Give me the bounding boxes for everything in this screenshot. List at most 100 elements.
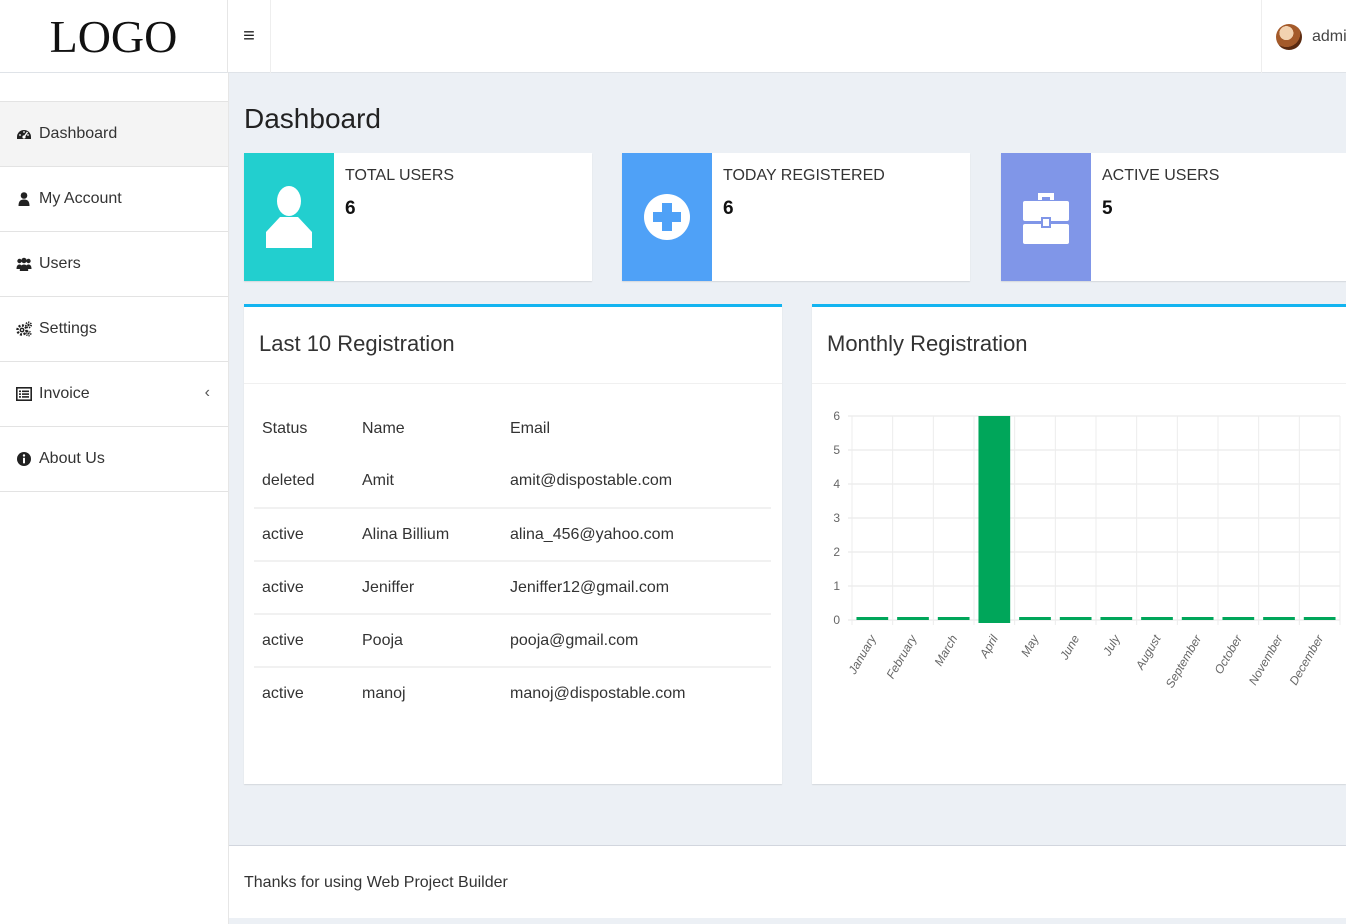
- info-box-total-users: TOTAL USERS 6: [244, 153, 592, 281]
- divider: [812, 383, 1346, 384]
- info-box-active-users: ACTIVE USERS 5: [1001, 153, 1346, 281]
- x-tick-label: September: [1163, 632, 1205, 691]
- cell-email: alina_456@yahoo.com: [510, 525, 674, 543]
- y-tick-label: 4: [833, 477, 840, 491]
- cell-email: amit@dispostable.com: [510, 472, 673, 489]
- x-tick-label: May: [1018, 632, 1042, 659]
- column-header-status: Status: [262, 419, 308, 437]
- sidebar-item-label: About Us: [39, 450, 105, 467]
- bar-december: [1303, 617, 1336, 620]
- cell-name: Alina Billium: [362, 525, 450, 543]
- top-header: LOGO ≡ admin: [0, 0, 1346, 73]
- bar-july: [1100, 617, 1133, 620]
- users-icon: [16, 256, 32, 272]
- cell-name: manoj: [362, 685, 406, 702]
- menu-toggle-button[interactable]: ≡: [228, 0, 271, 73]
- briefcase-icon: [1001, 153, 1091, 281]
- sidebar-item-label: Dashboard: [39, 125, 118, 142]
- sidebar-item-my-account[interactable]: My Account: [0, 167, 228, 232]
- user-icon: [16, 191, 32, 207]
- user-name: admin: [1312, 27, 1346, 45]
- panel-title: Monthly Registration: [827, 331, 1028, 356]
- info-box-value: 6: [723, 198, 734, 219]
- sidebar-item-label: Invoice: [39, 385, 90, 402]
- info-box-label: ACTIVE USERS: [1102, 167, 1220, 184]
- dashboard-icon: [16, 126, 32, 142]
- bar-september: [1181, 617, 1214, 620]
- chevron-left-icon: ‹: [204, 384, 210, 401]
- bar-june: [1059, 617, 1092, 620]
- bar-november: [1263, 617, 1295, 620]
- x-tick-label: June: [1057, 632, 1083, 663]
- footer: Thanks for using Web Project Builder: [229, 845, 1346, 918]
- cell-name: Pooja: [362, 631, 403, 649]
- bar-april: [978, 416, 1011, 623]
- sidebar-item-label: My Account: [39, 190, 122, 207]
- avatar: [1276, 23, 1302, 50]
- monthly-registration-panel: Monthly Registration 0 1 2 3 4 5 6 January Febru…: [812, 304, 1346, 784]
- info-box-value: 6: [345, 198, 356, 219]
- x-tick-label: March: [931, 632, 960, 668]
- sidebar-item-users[interactable]: Users: [0, 232, 228, 297]
- cell-status: active: [262, 631, 304, 649]
- cell-status: active: [262, 525, 304, 543]
- y-tick-label: 6: [833, 409, 840, 423]
- cogs-icon: [16, 321, 32, 337]
- info-icon: [16, 451, 32, 467]
- column-header-email: Email: [510, 419, 551, 437]
- y-tick-label: 0: [833, 613, 840, 627]
- bar-may: [1019, 617, 1051, 620]
- sidebar-item-settings[interactable]: Settings: [0, 297, 228, 362]
- x-tick-label: February: [883, 632, 920, 681]
- x-tick-label: November: [1246, 632, 1286, 688]
- user-menu[interactable]: admin: [1261, 0, 1346, 73]
- bar-march: [937, 617, 970, 620]
- x-tick-label: January: [845, 632, 879, 678]
- panel-title: Last 10 Registration: [259, 331, 455, 356]
- cell-email: manoj@dispostable.com: [510, 685, 686, 702]
- monthly-registration-chart: 0 1 2 3 4 5 6 January February March April May June J…: [833, 409, 1341, 691]
- info-box-value: 5: [1102, 198, 1113, 219]
- table-row: active Pooja pooja@gmail.com: [254, 614, 771, 667]
- page-title: Dashboard: [244, 103, 381, 134]
- y-tick-label: 1: [833, 579, 840, 593]
- sidebar-menu: Dashboard My Account Users Settings Invo…: [0, 101, 228, 492]
- info-box-label: TOTAL USERS: [345, 167, 455, 184]
- footer-text: Thanks for using Web Project Builder: [244, 874, 508, 891]
- sidebar: Dashboard My Account Users Settings Invo…: [0, 73, 229, 924]
- last-registrations-panel: Last 10 Registration Status Name Email d…: [244, 304, 782, 784]
- x-tick-label: August: [1132, 632, 1164, 673]
- table-header-row: Status Name Email: [254, 402, 771, 455]
- list-icon: [16, 386, 32, 402]
- cell-status: active: [262, 685, 304, 702]
- logo[interactable]: LOGO: [0, 0, 228, 73]
- table-row: deleted Amit amit@dispostable.com: [254, 455, 771, 508]
- cell-name: Amit: [362, 472, 394, 489]
- bar-february: [897, 617, 929, 620]
- plus-circle-icon: [622, 153, 712, 281]
- sidebar-item-label: Users: [39, 255, 81, 272]
- cell-email: Jeniffer12@gmail.com: [510, 578, 670, 596]
- x-tick-label: April: [976, 632, 1001, 661]
- divider: [244, 383, 782, 384]
- bar-january: [856, 617, 889, 620]
- cell-status: active: [262, 578, 304, 596]
- bar-october: [1222, 617, 1255, 620]
- cell-name: Jeniffer: [362, 578, 415, 596]
- bar-august: [1141, 617, 1173, 620]
- user-silhouette-icon: [244, 153, 334, 281]
- x-tick-label: July: [1100, 632, 1124, 659]
- table-row: active manoj manoj@dispostable.com: [254, 667, 771, 720]
- info-box-today-registered: TODAY REGISTERED 6: [622, 153, 970, 281]
- sidebar-item-about-us[interactable]: About Us: [0, 427, 228, 492]
- sidebar-item-label: Settings: [39, 320, 97, 337]
- sidebar-item-invoice[interactable]: Invoice ‹: [0, 362, 228, 427]
- registrations-table: Status Name Email deleted Amit amit@disp…: [254, 402, 771, 720]
- cell-email: pooja@gmail.com: [510, 631, 639, 649]
- sidebar-item-dashboard[interactable]: Dashboard: [0, 102, 228, 167]
- x-tick-label: December: [1286, 632, 1326, 688]
- y-tick-label: 2: [833, 545, 840, 559]
- cell-status: deleted: [262, 472, 315, 489]
- x-tick-label: October: [1211, 632, 1245, 677]
- y-tick-label: 5: [833, 443, 840, 457]
